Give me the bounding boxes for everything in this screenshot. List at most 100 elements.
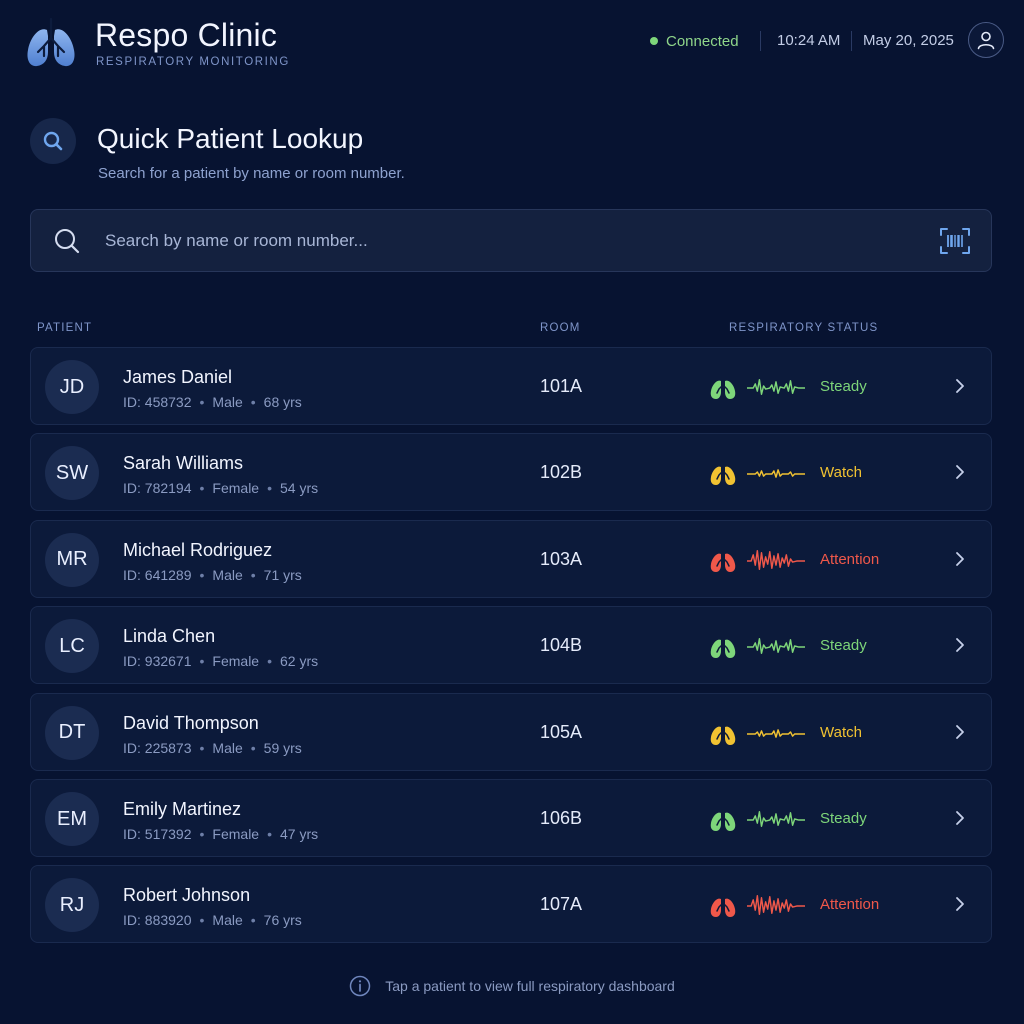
lungs-status-icon	[710, 892, 736, 918]
respiratory-status: Watch	[820, 464, 862, 482]
patient-name: Michael Rodriguez	[123, 539, 273, 560]
separator-dot: •	[199, 912, 205, 929]
patient-age: 76 yrs	[263, 912, 302, 929]
patient-name: David Thompson	[123, 712, 259, 733]
patient-avatar: DT	[45, 705, 99, 760]
patient-meta: ID: 932671 • Female • 62 yrs	[123, 653, 318, 669]
separator-dot: •	[199, 739, 205, 756]
separator-dot: •	[250, 394, 256, 410]
current-date: May 20, 2025	[863, 32, 954, 49]
separator-dot: •	[199, 653, 205, 670]
separator-dot: •	[199, 826, 205, 842]
column-header-status: RESPIRATORY STATUS	[729, 322, 879, 334]
breathing-waveform-icon	[747, 811, 805, 827]
lungs-status-icon	[710, 374, 736, 399]
patient-meta: ID: 641289 • Male • 71 yrs	[123, 567, 302, 583]
footer-hint: Tap a patient to view full respiratory d…	[0, 975, 1024, 997]
respiratory-status: Steady	[820, 810, 867, 827]
patient-id: ID: 225873	[123, 739, 192, 756]
patient-row[interactable]: LC Linda Chen ID: 932671 • Female • 62 yrs 104B…	[30, 606, 992, 685]
patient-room: 107A	[540, 894, 583, 915]
patient-sex: Female	[212, 826, 260, 842]
patient-id: ID: 458732	[123, 394, 192, 410]
patient-room: 101A	[540, 376, 583, 396]
chevron-right-icon[interactable]	[953, 723, 967, 741]
patient-name: James Daniel	[123, 367, 233, 387]
patient-room: 104B	[540, 635, 583, 656]
patient-sex: Male	[212, 394, 243, 410]
patient-age: 68 yrs	[263, 394, 302, 410]
patient-id: ID: 641289	[123, 566, 192, 583]
user-profile-button[interactable]	[968, 22, 1004, 58]
patient-row[interactable]: DT David Thompson ID: 225873 • Male • 59 yrs 10…	[30, 692, 992, 771]
clock-time: 10:24 AM	[777, 32, 841, 49]
barcode-scan-icon[interactable]	[939, 226, 971, 256]
lungs-status-icon	[710, 460, 736, 486]
separator-dot: •	[199, 394, 205, 410]
app-header: Respo Clinic RESPIRATORY MONITORING Conn…	[0, 0, 1024, 90]
patient-age: 71 yrs	[263, 566, 302, 583]
separator-dot: •	[250, 739, 256, 756]
patient-age: 47 yrs	[280, 826, 319, 842]
patient-sex: Male	[212, 566, 243, 583]
patient-age: 62 yrs	[280, 653, 319, 670]
info-icon	[350, 975, 371, 997]
breathing-waveform-icon	[747, 728, 805, 738]
respiratory-status: Steady	[820, 378, 867, 395]
patient-sex: Female	[212, 480, 260, 497]
app-subtitle: RESPIRATORY MONITORING	[96, 56, 290, 68]
lungs-status-icon	[710, 806, 736, 831]
page-subtitle: Search for a patient by name or room num…	[98, 165, 405, 182]
patient-name: Robert Johnson	[123, 885, 251, 906]
patient-sex: Male	[212, 912, 243, 929]
connection-status: Connected	[650, 32, 739, 50]
patient-id: ID: 932671	[123, 653, 192, 670]
column-header-patient: PATIENT	[37, 322, 93, 334]
patient-row[interactable]: SW Sarah Williams ID: 782194 • Female • 54 yrs…	[30, 433, 992, 512]
lungs-status-icon	[710, 547, 736, 572]
patient-id: ID: 517392	[123, 826, 192, 842]
chevron-right-icon[interactable]	[953, 550, 967, 568]
header-divider	[760, 31, 761, 51]
separator-dot: •	[267, 826, 272, 842]
search-bar	[30, 209, 992, 272]
patient-avatar: MR	[45, 532, 99, 587]
patient-meta: ID: 458732 • Male • 68 yrs	[123, 394, 302, 410]
chevron-right-icon[interactable]	[953, 377, 967, 395]
respiratory-status: Watch	[820, 723, 862, 741]
breathing-waveform-icon	[747, 895, 805, 916]
respiratory-status: Attention	[820, 896, 880, 914]
patient-name: Sarah Williams	[123, 453, 244, 474]
patient-avatar: LC	[45, 619, 99, 674]
chevron-right-icon[interactable]	[953, 809, 967, 827]
patient-row[interactable]: MR Michael Rodriguez ID: 641289 • Male • 71 yr…	[30, 519, 992, 598]
patient-meta: ID: 883920 • Male • 76 yrs	[123, 912, 302, 928]
separator-dot: •	[199, 566, 205, 583]
patient-avatar: JD	[45, 360, 99, 414]
patient-row[interactable]: EM Emily Martinez ID: 517392 • Female • 47 yrs…	[30, 779, 992, 857]
patient-sex: Male	[212, 739, 243, 756]
app-name: Respo Clinic	[95, 17, 278, 53]
patient-name: Linda Chen	[123, 626, 216, 647]
patient-avatar: RJ	[45, 878, 99, 933]
patient-name: Emily Martinez	[123, 799, 242, 819]
breathing-waveform-icon	[747, 638, 805, 655]
patient-row[interactable]: RJ Robert Johnson ID: 883920 • Male • 76 yrs 10…	[30, 865, 992, 944]
patient-meta: ID: 225873 • Male • 59 yrs	[123, 740, 302, 756]
page-title: Quick Patient Lookup	[97, 123, 364, 154]
chevron-right-icon[interactable]	[953, 895, 967, 913]
connection-text: Connected	[666, 32, 739, 50]
breathing-waveform-icon	[747, 549, 805, 570]
column-header-room: ROOM	[540, 322, 581, 334]
patient-room: 103A	[540, 548, 583, 569]
patient-avatar: SW	[45, 446, 99, 501]
separator-dot: •	[199, 480, 205, 497]
patient-id: ID: 782194	[123, 480, 192, 497]
chevron-right-icon[interactable]	[953, 463, 967, 481]
chevron-right-icon[interactable]	[953, 636, 967, 654]
lungs-status-icon	[710, 719, 736, 745]
patient-row[interactable]: JD James Daniel ID: 458732 • Male • 68 yrs 101A…	[30, 347, 992, 425]
separator-dot: •	[267, 653, 272, 670]
footer-hint-text: Tap a patient to view full respiratory d…	[385, 978, 675, 994]
search-input[interactable]	[105, 220, 905, 262]
